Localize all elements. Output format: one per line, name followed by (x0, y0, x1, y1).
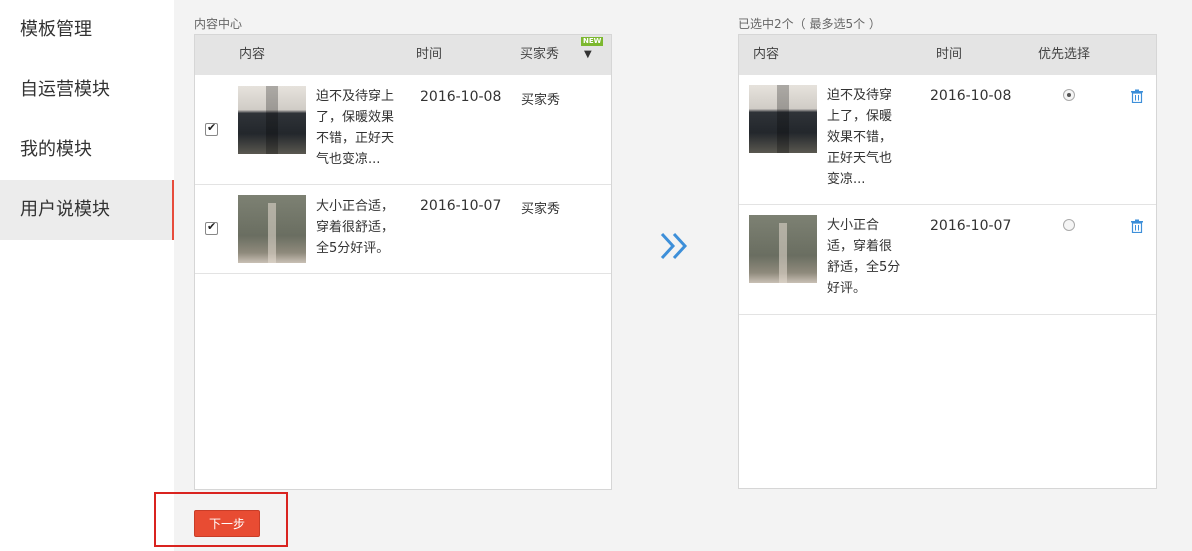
sidebar-item-label: 我的模块 (20, 139, 92, 160)
trash-icon[interactable] (1130, 219, 1144, 233)
review-text: 迫不及待穿上 了，保暖效果 不错，正好天 气也变凉... (316, 89, 395, 167)
dropdown-arrow-icon[interactable]: ▼ (584, 49, 592, 60)
header-priority: 优先选择 (1038, 47, 1091, 62)
sidebar-item-user-reviews[interactable]: 用户说模块 (0, 180, 174, 240)
review-date: 2016-10-07 (420, 198, 502, 214)
header-time: 时间 (416, 47, 443, 62)
review-type: 买家秀 (521, 202, 561, 217)
table-row: 大小正合 适，穿着很 舒适，全5分 好评。 2016-10-07 (739, 205, 1156, 315)
selected-panel: 内容 时间 优先选择 迫不及待穿 上了，保暖 效果不错， 正好天气也 变凉...… (738, 34, 1157, 489)
header-type-filter[interactable]: 买家秀 (520, 35, 559, 75)
product-thumbnail (238, 195, 306, 263)
review-text: 迫不及待穿 上了，保暖 效果不错， 正好天气也 变凉... (827, 88, 893, 187)
sidebar: 模板管理 自运营模块 我的模块 用户说模块 (0, 0, 174, 551)
review-date: 2016-10-08 (930, 88, 1012, 104)
trash-icon[interactable] (1130, 89, 1144, 103)
sidebar-item-label: 模板管理 (20, 19, 92, 40)
row-checkbox[interactable] (205, 121, 218, 136)
product-thumbnail (749, 85, 817, 153)
next-step-button[interactable]: 下一步 (194, 510, 260, 537)
sidebar-item-label: 自运营模块 (20, 79, 110, 100)
header-time: 时间 (936, 47, 963, 62)
priority-radio[interactable] (1063, 219, 1075, 231)
sidebar-item-template-management[interactable]: 模板管理 (0, 0, 174, 60)
row-checkbox[interactable] (205, 220, 218, 235)
new-badge: NEW (581, 37, 604, 46)
review-type: 买家秀 (521, 93, 561, 108)
table-row: 迫不及待穿 上了，保暖 效果不错， 正好天气也 变凉... 2016-10-08 (739, 75, 1156, 205)
sidebar-item-my-modules[interactable]: 我的模块 (0, 120, 174, 180)
table-row: 大小正合适， 穿着很舒适， 全5分好评。 2016-10-07 买家秀 (195, 185, 611, 274)
priority-radio[interactable] (1063, 89, 1075, 101)
sidebar-item-label: 用户说模块 (20, 199, 110, 220)
header-content: 内容 (239, 47, 266, 62)
review-date: 2016-10-08 (420, 89, 502, 105)
left-panel-title: 内容中心 (194, 17, 243, 31)
review-text: 大小正合 适，穿着很 舒适，全5分 好评。 (827, 218, 901, 296)
product-thumbnail (749, 215, 817, 283)
header-content: 内容 (753, 47, 780, 62)
table-row: 迫不及待穿上 了，保暖效果 不错，正好天 气也变凉... 2016-10-08 … (195, 75, 611, 185)
right-panel-title: 已选中2个（ 最多选5个 ） (738, 17, 881, 31)
review-date: 2016-10-07 (930, 218, 1012, 234)
double-chevron-right-icon[interactable] (658, 230, 692, 262)
table-header: 内容 时间 优先选择 (739, 35, 1156, 75)
product-thumbnail (238, 86, 306, 154)
sidebar-item-self-operation[interactable]: 自运营模块 (0, 60, 174, 120)
table-header: 内容 时间 买家秀 NEW ▼ (195, 35, 611, 75)
content-center-panel: 内容 时间 买家秀 NEW ▼ 迫不及待穿上 了，保暖效果 不错，正好天 气也变… (194, 34, 612, 490)
review-text: 大小正合适， 穿着很舒适， 全5分好评。 (316, 199, 395, 256)
